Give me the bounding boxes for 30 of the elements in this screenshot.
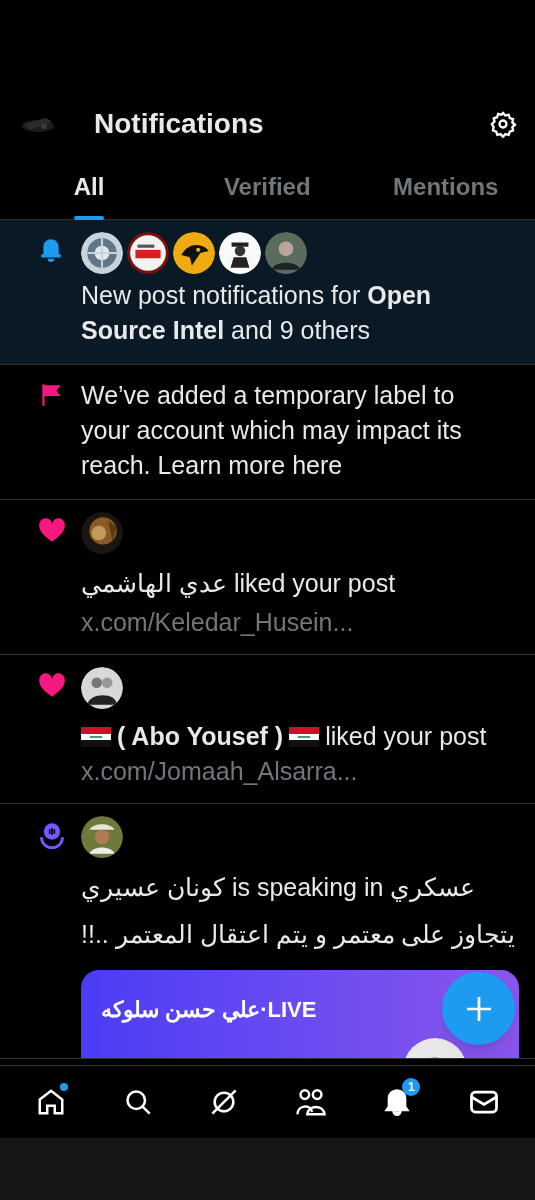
people-icon — [294, 1087, 327, 1117]
tab[interactable]: Mentions — [356, 155, 535, 219]
heart-icon — [38, 672, 66, 698]
heart-icon — [38, 517, 66, 543]
notification-text: كونان عسيري is speaking in عسكري — [81, 872, 477, 904]
page-title: Notifications — [94, 107, 265, 141]
flag-icon — [81, 726, 111, 747]
microphone-icon — [38, 821, 66, 849]
notification-text: New post notifications for Open Source Intel and 9 others — [81, 280, 433, 346]
tab[interactable]: All — [0, 155, 178, 219]
plus-icon — [465, 995, 492, 1022]
notification-row[interactable]: ( Abo Yousef ) liked your post x.com/Jomaah_Alsarra... — [0, 655, 535, 804]
settings-icon[interactable] — [489, 110, 517, 138]
search-icon — [123, 1088, 152, 1116]
count-badge: 1 — [402, 1078, 421, 1096]
flag-icon — [289, 726, 320, 747]
post-link[interactable]: x.com/Keledar_Husein... — [81, 605, 354, 654]
home-icon — [36, 1087, 67, 1117]
envelope-icon — [468, 1088, 499, 1116]
space-title: يتجاوز على معتمر و يتم اعتقال المعتمر ..!! — [81, 919, 516, 951]
post-link[interactable]: x.com/Jomaah_Alsarra... — [81, 754, 358, 803]
bell-icon — [38, 237, 64, 263]
tab[interactable]: Verified — [178, 155, 357, 219]
unread-notification-row[interactable]: New post notifications for Open Source Intel and 9 others — [0, 220, 535, 365]
notification-text: عدي الهاشمي liked your post — [81, 568, 397, 600]
user-name: ( Abo Yousef ) — [117, 721, 284, 752]
notification-text: liked your post — [325, 721, 487, 752]
slashed-circle-icon — [210, 1088, 239, 1116]
notice-text: We’ve added a temporary label to your account which may impact its reach. Learn more here — [81, 380, 463, 481]
notification-row[interactable]: We’ve added a temporary label to your account which may impact its reach. Learn more here — [0, 365, 535, 500]
